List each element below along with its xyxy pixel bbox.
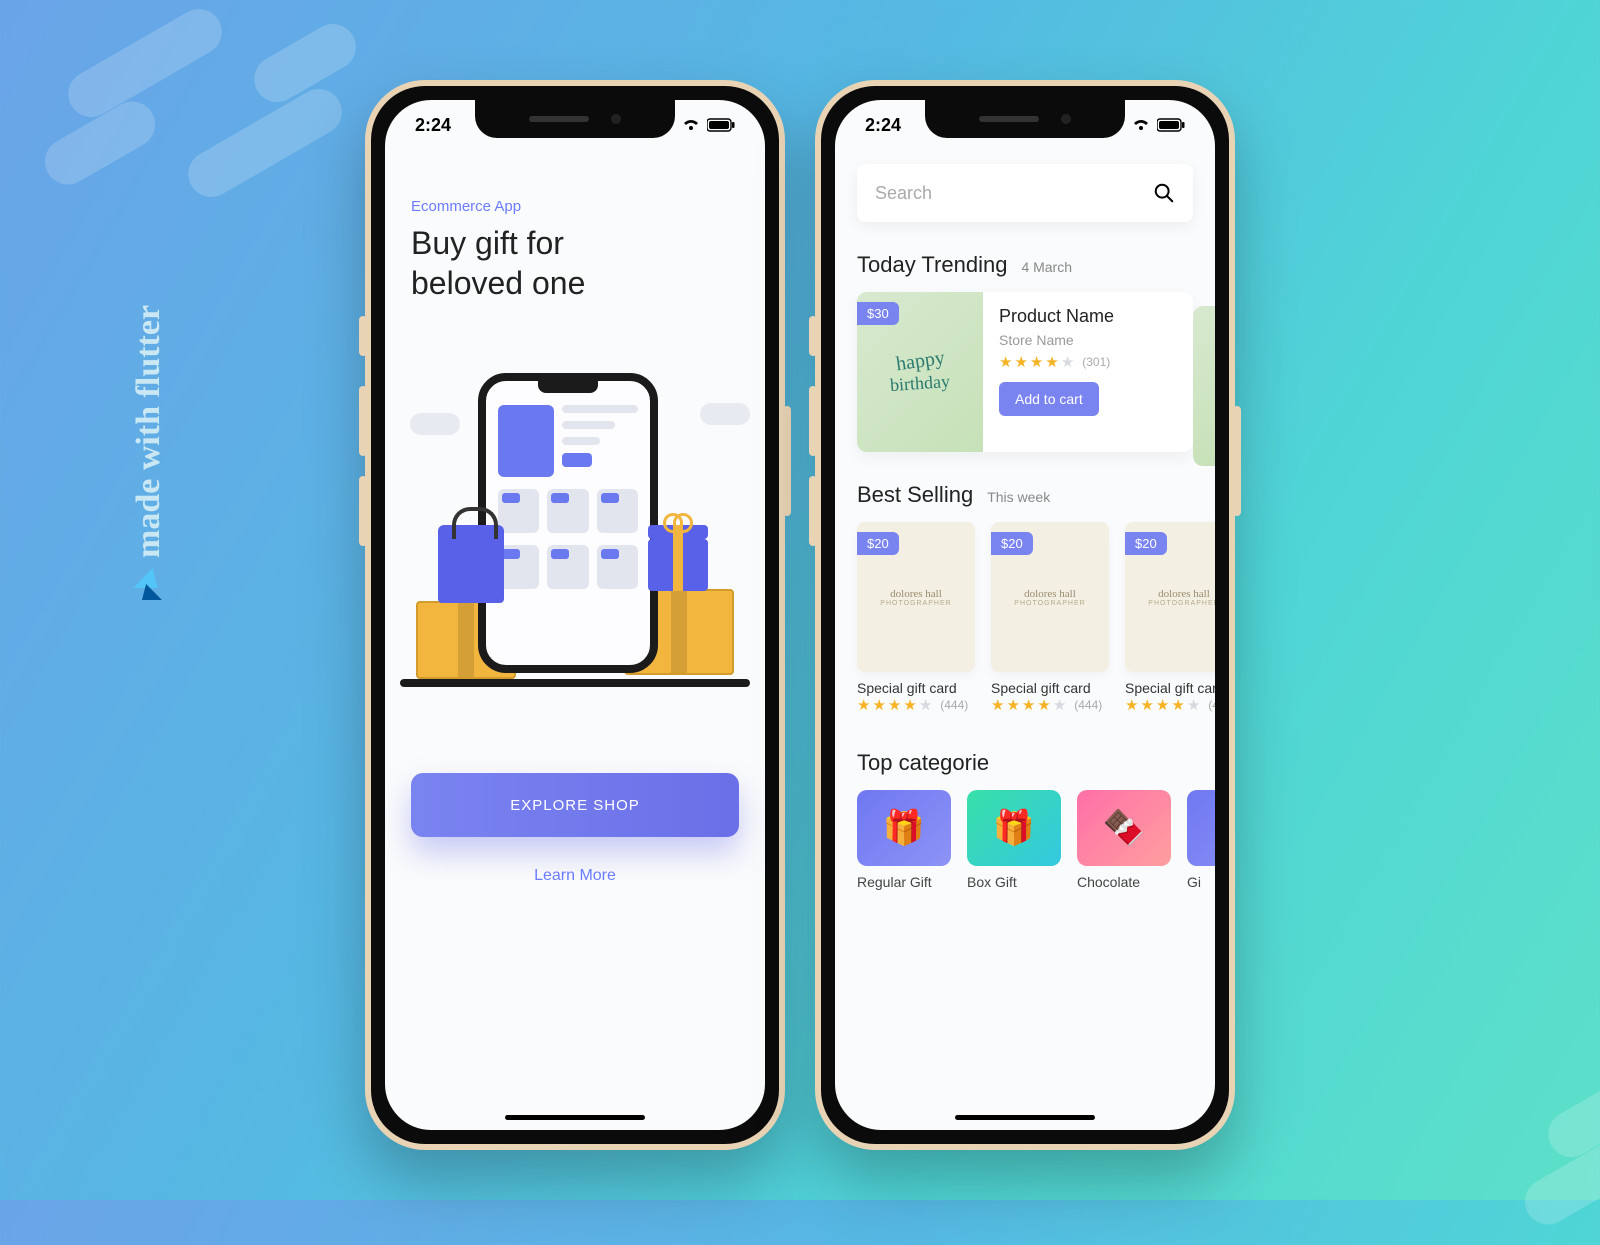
home-indicator xyxy=(505,1115,645,1120)
product-name: Special gift card xyxy=(1125,680,1215,696)
phone-mockup-shop: 2:24 Today Trending 4 March xyxy=(815,80,1235,1150)
brand-name: dolores hall xyxy=(1024,588,1076,600)
made-with-flutter: made with flutter xyxy=(130,305,168,600)
bestselling-title: Best Selling xyxy=(857,482,973,508)
notch xyxy=(475,100,675,138)
category-name: Gi xyxy=(1187,874,1215,890)
category-name: Chocolate xyxy=(1077,874,1171,890)
wifi-icon xyxy=(1131,117,1151,133)
rating-stars: ★★★★★ (444) xyxy=(857,696,975,714)
category-tile[interactable]: 🎁 xyxy=(967,790,1061,866)
price-badge: $30 xyxy=(857,302,899,325)
bestselling-item[interactable]: $20 dolores hall PHOTOGRAPHER Special gi… xyxy=(857,522,975,714)
status-time: 2:24 xyxy=(865,115,901,136)
status-time: 2:24 xyxy=(415,115,451,136)
category-item[interactable]: 🎁 Regular Gift xyxy=(857,790,951,890)
product-name: Special gift card xyxy=(991,680,1109,696)
product-image: happybirthday $30 xyxy=(857,292,983,452)
trending-card[interactable]: happybirthday $30 Product Name Store Nam… xyxy=(857,292,1193,452)
category-item[interactable]: 🎁 Box Gift xyxy=(967,790,1061,890)
bestselling-item[interactable]: $20 dolores hall PHOTOGRAPHER Special gi… xyxy=(1125,522,1215,714)
category-name: Regular Gift xyxy=(857,874,951,890)
battery-icon xyxy=(707,118,735,132)
add-to-cart-button[interactable]: Add to cart xyxy=(999,382,1099,416)
search-input[interactable] xyxy=(875,183,1153,204)
store-name: Store Name xyxy=(999,332,1114,348)
category-name: Box Gift xyxy=(967,874,1061,890)
learn-more-link[interactable]: Learn More xyxy=(411,867,739,885)
trending-title: Today Trending xyxy=(857,252,1007,278)
page-title: Buy gift for beloved one xyxy=(411,223,739,303)
category-tile[interactable]: 🎁 xyxy=(857,790,951,866)
rating-stars: ★★★★★ (444) xyxy=(1125,696,1215,714)
category-tile[interactable] xyxy=(1187,790,1215,866)
trending-date: 4 March xyxy=(1021,259,1072,275)
brand-name: dolores hall xyxy=(890,588,942,600)
battery-icon xyxy=(1157,118,1185,132)
category-tile[interactable]: 🍫 xyxy=(1077,790,1171,866)
wifi-icon xyxy=(681,117,701,133)
category-item[interactable]: Gi xyxy=(1187,790,1215,890)
phone-mockup-onboarding: 2:24 Ecommerce App Buy gift for beloved … xyxy=(365,80,785,1150)
flutter-icon xyxy=(133,568,165,600)
price-badge: $20 xyxy=(857,532,899,555)
brand-name: dolores hall xyxy=(1158,588,1210,600)
hero-illustration xyxy=(420,373,730,703)
search-icon[interactable] xyxy=(1153,182,1175,204)
rating-stars: ★★★★★ (444) xyxy=(991,696,1109,714)
explore-shop-button[interactable]: EXPLORE SHOP xyxy=(411,773,739,837)
bestselling-item[interactable]: $20 dolores hall PHOTOGRAPHER Special gi… xyxy=(991,522,1109,714)
price-badge: $20 xyxy=(991,532,1033,555)
product-name: Special gift card xyxy=(857,680,975,696)
eyebrow-label: Ecommerce App xyxy=(411,198,739,215)
home-indicator xyxy=(955,1115,1095,1120)
category-item[interactable]: 🍫 Chocolate xyxy=(1077,790,1171,890)
bestselling-subtitle: This week xyxy=(987,489,1050,505)
product-name: Product Name xyxy=(999,306,1114,327)
notch xyxy=(925,100,1125,138)
search-bar[interactable] xyxy=(857,164,1193,222)
rating-stars: ★★★★★ (301) xyxy=(999,353,1114,371)
categories-title: Top categorie xyxy=(857,750,989,776)
trending-card-peek[interactable] xyxy=(1193,306,1215,466)
price-badge: $20 xyxy=(1125,532,1167,555)
